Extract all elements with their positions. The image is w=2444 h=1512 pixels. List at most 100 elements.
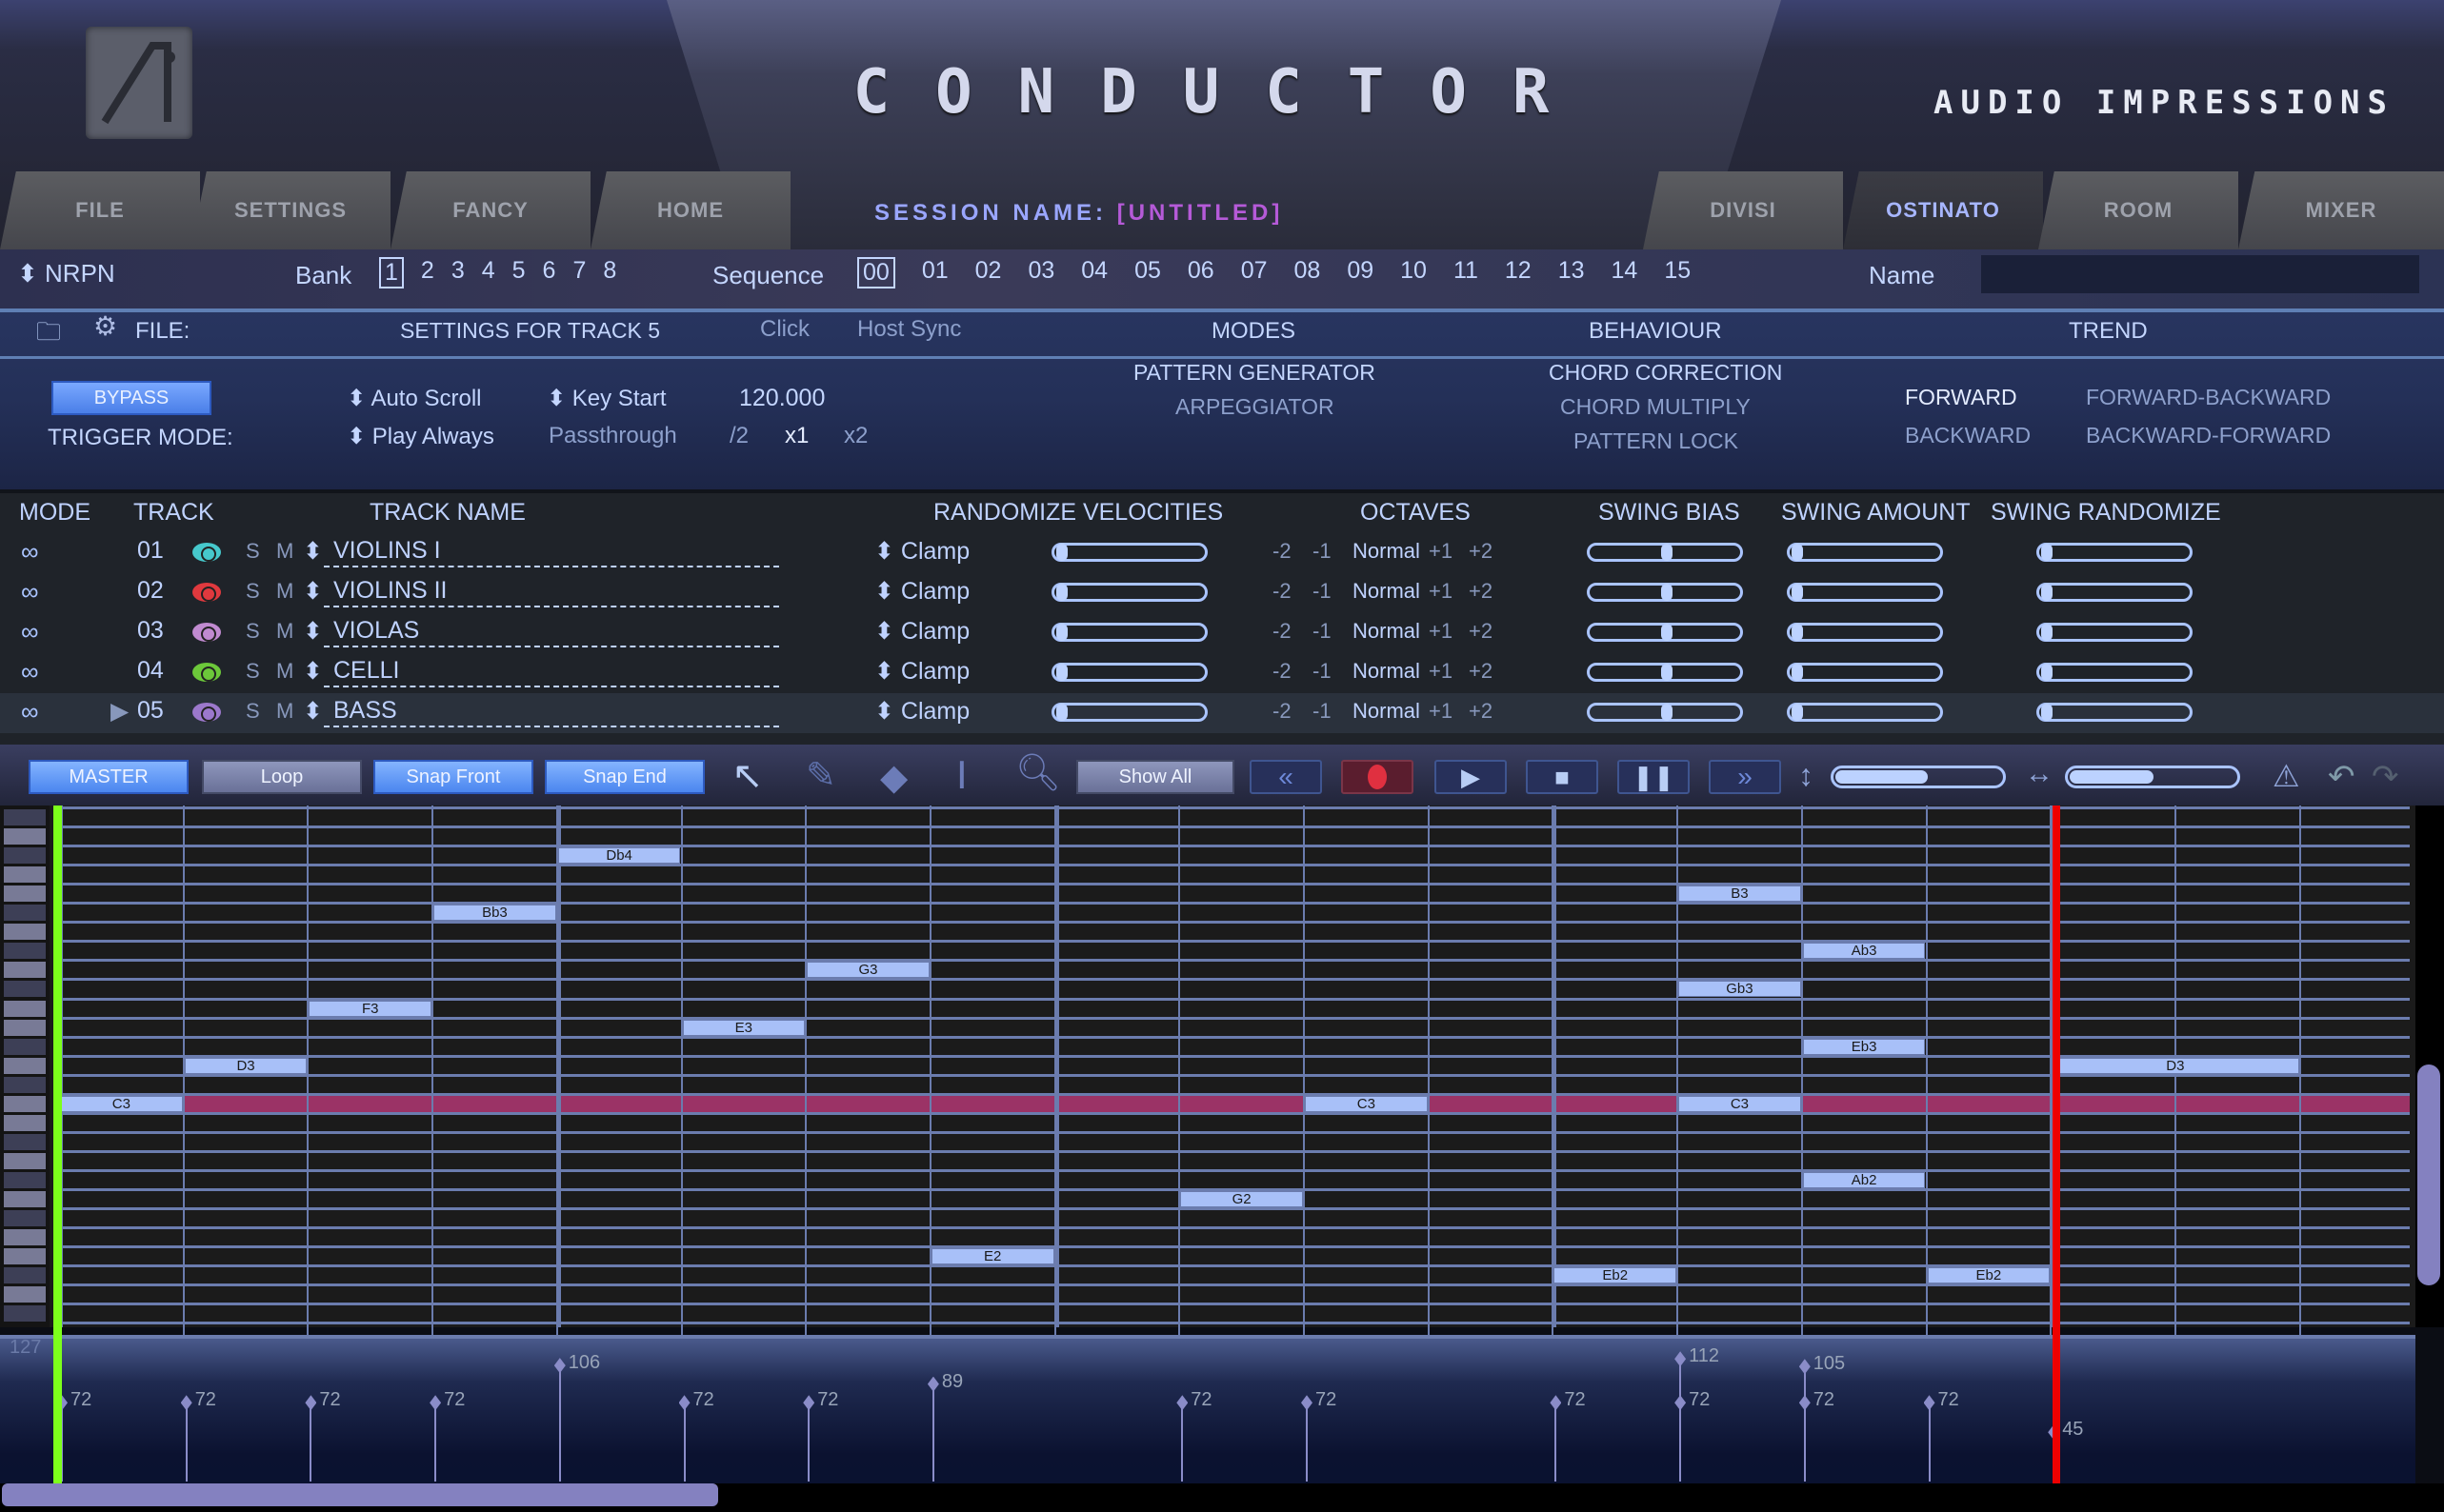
note-eb2[interactable]: Eb2 xyxy=(1927,1267,2051,1284)
note-eb3[interactable]: Eb3 xyxy=(1802,1038,1926,1055)
mute-button[interactable]: M xyxy=(276,579,293,604)
behaviour-pattern-lock[interactable]: PATTERN LOCK xyxy=(1573,428,1738,454)
swing-randomize-slider[interactable] xyxy=(2036,583,2193,602)
slider-knob[interactable] xyxy=(2041,544,2053,561)
slider-knob[interactable] xyxy=(1056,624,1068,641)
octave-plus-1[interactable]: +1 xyxy=(1429,579,1452,604)
mute-button[interactable]: M xyxy=(276,699,293,724)
visibility-eye-icon[interactable] xyxy=(192,703,221,722)
octave-plus-1[interactable]: +1 xyxy=(1429,539,1452,564)
sequence-00[interactable]: 00 xyxy=(857,257,895,288)
bank-1[interactable]: 1 xyxy=(379,257,404,288)
sequence-11[interactable]: 11 xyxy=(1453,257,1478,288)
pencil-tool-icon[interactable]: ✎ xyxy=(806,754,836,797)
slider-knob[interactable] xyxy=(1661,584,1673,601)
bank-4[interactable]: 4 xyxy=(482,257,495,288)
swing-randomize-slider[interactable] xyxy=(2036,703,2193,722)
note-g2[interactable]: G2 xyxy=(1180,1191,1303,1207)
slider-knob[interactable] xyxy=(1661,664,1673,681)
track-row[interactable]: ∞ ▶ 05 S M ⬍ BASS ⬍ Clamp -2 -1 Normal +… xyxy=(0,693,2444,733)
host-sync-toggle[interactable]: Host Sync xyxy=(857,316,961,343)
slider-knob[interactable] xyxy=(1661,704,1673,721)
octave-minus-2[interactable]: -2 xyxy=(1272,539,1292,564)
sequence-06[interactable]: 06 xyxy=(1188,257,1214,288)
warning-icon[interactable]: ⚠ xyxy=(2273,758,2300,794)
piano-key[interactable] xyxy=(4,1000,46,1017)
octave-plus-1[interactable]: +1 xyxy=(1429,619,1452,644)
swing-amount-slider[interactable] xyxy=(1787,663,1943,682)
swing-bias-slider[interactable] xyxy=(1587,583,1743,602)
auto-scroll-selector[interactable]: ⬍ Auto Scroll xyxy=(347,385,482,412)
piano-key[interactable] xyxy=(4,1210,46,1227)
link-mode-icon[interactable]: ∞ xyxy=(21,697,39,726)
randomize-velocities-slider[interactable] xyxy=(1052,663,1208,682)
swing-bias-slider[interactable] xyxy=(1587,663,1743,682)
octave-minus-1[interactable]: -1 xyxy=(1312,579,1332,604)
piano-key[interactable] xyxy=(4,924,46,941)
loop-start-marker[interactable] xyxy=(53,806,62,1483)
solo-button[interactable]: S xyxy=(246,619,260,644)
zoom-tool-icon[interactable]: 🔍︎ xyxy=(1015,752,1061,794)
swing-bias-slider[interactable] xyxy=(1587,543,1743,562)
octave-plus-2[interactable]: +2 xyxy=(1469,539,1492,564)
clamp-selector[interactable]: ⬍ Clamp xyxy=(874,577,970,606)
octave-normal[interactable]: Normal xyxy=(1352,659,1420,684)
sequence-01[interactable]: 01 xyxy=(922,257,949,288)
octave-normal[interactable]: Normal xyxy=(1352,619,1420,644)
piano-key[interactable] xyxy=(4,1191,46,1207)
show-all-button[interactable]: Show All xyxy=(1076,760,1234,794)
note-f3[interactable]: F3 xyxy=(309,1000,432,1017)
mode-arpeggiator[interactable]: ARPEGGIATOR xyxy=(1175,394,1334,420)
piano-key[interactable] xyxy=(4,1076,46,1093)
piano-key[interactable] xyxy=(4,1095,46,1112)
rewind-button[interactable]: « xyxy=(1250,760,1322,794)
octave-plus-2[interactable]: +2 xyxy=(1469,659,1492,684)
randomize-velocities-slider[interactable] xyxy=(1052,543,1208,562)
piano-key[interactable] xyxy=(4,1229,46,1246)
bank-7[interactable]: 7 xyxy=(572,257,586,288)
eraser-tool-icon[interactable]: ◆ xyxy=(880,756,908,799)
behaviour-chord-correction[interactable]: CHORD CORRECTION xyxy=(1549,360,1782,386)
bank-8[interactable]: 8 xyxy=(603,257,616,288)
octave-minus-2[interactable]: -2 xyxy=(1272,619,1292,644)
mute-button[interactable]: M xyxy=(276,539,293,564)
sequence-14[interactable]: 14 xyxy=(1612,257,1638,288)
visibility-eye-icon[interactable] xyxy=(192,583,221,602)
trend-backward[interactable]: BACKWARD xyxy=(1905,423,2031,448)
octave-plus-1[interactable]: +1 xyxy=(1429,699,1452,724)
octave-plus-2[interactable]: +2 xyxy=(1469,699,1492,724)
piano-key[interactable] xyxy=(4,1152,46,1169)
swing-randomize-slider[interactable] xyxy=(2036,543,2193,562)
piano-keyboard[interactable] xyxy=(0,806,50,1327)
rate-x1-option[interactable]: x1 xyxy=(785,423,809,449)
swing-randomize-slider[interactable] xyxy=(2036,623,2193,642)
folder-icon[interactable]: 🗀 xyxy=(36,314,61,356)
link-mode-icon[interactable]: ∞ xyxy=(21,537,39,567)
octave-normal[interactable]: Normal xyxy=(1352,539,1420,564)
tab-divisi[interactable]: DIVISI xyxy=(1643,171,1843,249)
up-down-arrows-icon[interactable]: ⬍ xyxy=(303,657,323,686)
mute-button[interactable]: M xyxy=(276,619,293,644)
clamp-selector[interactable]: ⬍ Clamp xyxy=(874,617,970,646)
slider-knob[interactable] xyxy=(1056,664,1068,681)
slider-knob[interactable] xyxy=(1661,544,1673,561)
randomize-velocities-slider[interactable] xyxy=(1052,703,1208,722)
snap-end-button[interactable]: Snap End xyxy=(545,760,705,794)
master-button[interactable]: MASTER xyxy=(29,760,189,794)
fast-forward-button[interactable]: » xyxy=(1709,760,1781,794)
trigger-mode-selector[interactable]: ⬍ Play Always xyxy=(347,423,494,450)
octave-plus-1[interactable]: +1 xyxy=(1429,659,1452,684)
note-eb2[interactable]: Eb2 xyxy=(1553,1267,1677,1284)
piano-key[interactable] xyxy=(4,1038,46,1055)
bank-5[interactable]: 5 xyxy=(512,257,526,288)
slider-knob[interactable] xyxy=(1056,584,1068,601)
swing-amount-slider[interactable] xyxy=(1787,583,1943,602)
clamp-selector[interactable]: ⬍ Clamp xyxy=(874,697,970,726)
text-cursor-tool-icon[interactable]: I xyxy=(956,752,968,798)
sequence-name-input[interactable] xyxy=(1981,255,2419,293)
swing-bias-slider[interactable] xyxy=(1587,703,1743,722)
randomize-velocities-slider[interactable] xyxy=(1052,583,1208,602)
sequence-09[interactable]: 09 xyxy=(1347,257,1373,288)
note-bb3[interactable]: Bb3 xyxy=(433,905,556,922)
track-row[interactable]: ∞ 03 S M ⬍ VIOLAS ⬍ Clamp -2 -1 Normal +… xyxy=(0,613,2444,653)
